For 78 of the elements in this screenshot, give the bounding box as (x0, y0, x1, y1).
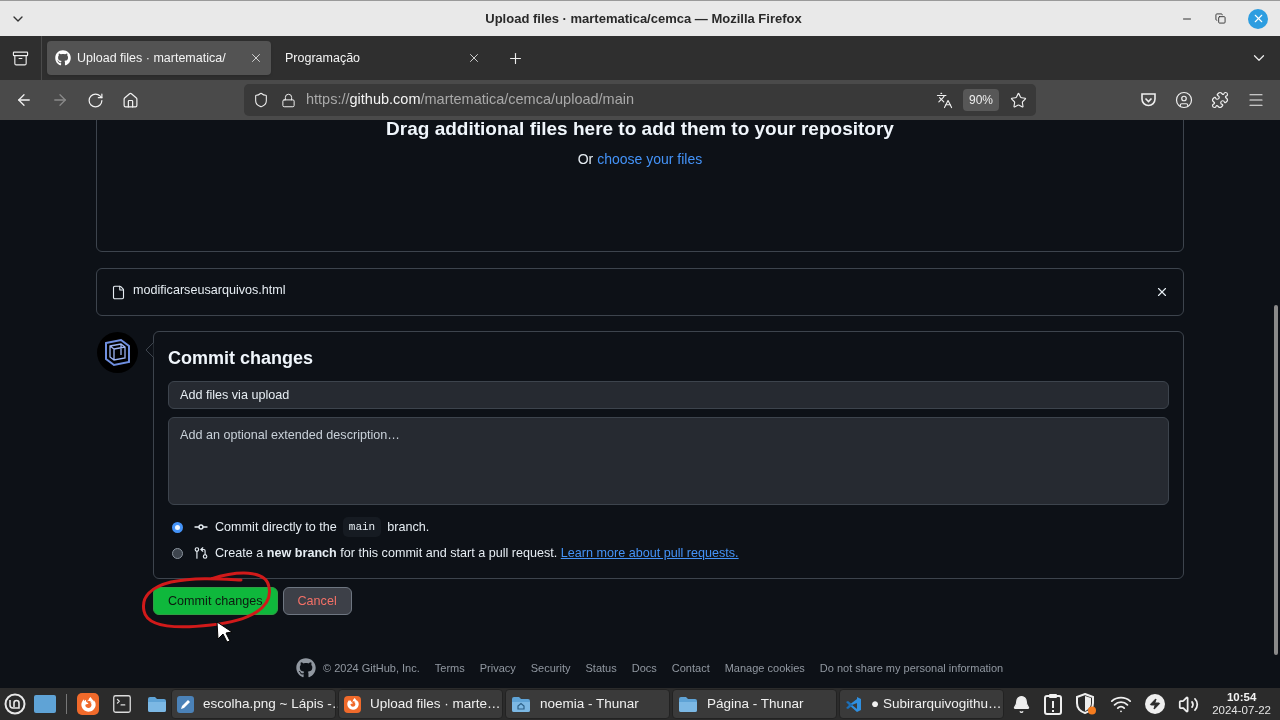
scrollbar-thumb[interactable] (1274, 305, 1278, 655)
branch-name-code: main (342, 516, 382, 538)
clock-date: 2024-07-22 (1212, 704, 1271, 717)
clock-time: 10:54 (1226, 691, 1257, 704)
pull-request-icon (194, 546, 208, 560)
browser-tab[interactable]: Upload files · martematica/ (47, 41, 271, 75)
restore-icon[interactable] (1215, 13, 1226, 24)
lock-icon[interactable] (281, 92, 296, 108)
cancel-button[interactable]: Cancel (282, 587, 352, 615)
tab-title: Programação (285, 49, 362, 67)
drop-zone-heading: Drag additional files here to add them to your repository (386, 120, 894, 141)
footer-link[interactable]: Docs (631, 659, 657, 677)
pocket-icon[interactable] (1140, 92, 1157, 108)
tab-title: Upload files · martematica/ (77, 49, 227, 67)
mouse-pointer-icon (216, 621, 234, 643)
shield-alert-icon[interactable] (1075, 693, 1098, 715)
footer-link[interactable]: Do not share my personal information (819, 659, 1004, 677)
folder-icon (147, 695, 167, 713)
firefox-icon (77, 693, 99, 715)
commit-heading: Commit changes (168, 347, 315, 369)
option-label: Create a new branch for this commit and start a pull request. Learn more about pull requests. (215, 544, 739, 562)
github-logo-icon (296, 658, 316, 678)
choose-files-text: Or choose your files (577, 150, 703, 169)
close-icon[interactable] (1248, 8, 1268, 29)
remove-file-icon[interactable] (1155, 285, 1169, 299)
file-name: modificarseusarquivos.html (133, 281, 287, 299)
power-bolt-icon[interactable] (1145, 694, 1166, 714)
footer-link[interactable]: Manage cookies (724, 659, 805, 677)
close-tab-icon[interactable] (249, 51, 263, 65)
taskbar-window-button[interactable]: Página - Thunar (672, 689, 837, 719)
taskbar-window-button[interactable]: noemia - Thunar (505, 689, 670, 719)
bookmark-star-icon[interactable] (1010, 91, 1027, 109)
forward-icon[interactable] (51, 91, 69, 109)
code-editor-icon (845, 695, 862, 713)
choose-files-link[interactable]: choose your files (597, 151, 703, 167)
avatar-cube-icon (97, 332, 138, 373)
address-bar[interactable]: https://github.com/martematica/cemca/upload/main 90% (244, 84, 1036, 116)
notification-bell-icon[interactable] (1012, 694, 1032, 714)
footer-link[interactable]: Security (530, 659, 571, 677)
translate-icon[interactable] (935, 91, 953, 109)
footer-link[interactable]: Terms (434, 659, 465, 677)
firefox-icon (344, 695, 361, 713)
home-folder-icon (511, 695, 531, 713)
zoom-level-button[interactable]: 90% (962, 89, 999, 111)
mint-logo-icon[interactable] (4, 693, 26, 715)
footer-link[interactable]: Contact (671, 659, 710, 677)
menu-icon[interactable] (1247, 91, 1265, 109)
url-text: https://github.com/martematica/cemca/upload/main (306, 90, 635, 110)
github-logo-icon (55, 50, 71, 66)
browser-tab[interactable]: Programação (275, 41, 491, 75)
copyright-text: © 2024 GitHub, Inc. (323, 660, 420, 676)
radio-button[interactable] (172, 521, 183, 533)
folder-icon (678, 695, 698, 713)
footer-link[interactable]: Privacy (479, 659, 516, 677)
commit-summary-input[interactable]: Add files via upload (168, 381, 1169, 409)
option-label: branch. (387, 518, 430, 536)
footer-link[interactable]: Status (585, 659, 617, 677)
back-icon[interactable] (15, 91, 33, 109)
terminal-icon[interactable] (111, 693, 133, 715)
clipboard-alert-icon[interactable] (1044, 693, 1063, 715)
radio-button[interactable] (172, 547, 183, 559)
reload-icon[interactable] (87, 91, 104, 109)
taskbar-window-button[interactable]: Upload files · marte… (338, 689, 503, 719)
window-title: Upload files · martematica/cemca — Mozilla Firefox (484, 9, 803, 28)
option-label: Commit directly to the (215, 518, 337, 536)
home-icon[interactable] (122, 91, 139, 109)
commit-description-textarea[interactable]: Add an optional extended description… (168, 417, 1169, 505)
archive-box-icon[interactable] (12, 49, 29, 67)
pencil-tile-icon (177, 695, 194, 713)
shield-icon[interactable] (253, 92, 269, 108)
extensions-icon[interactable] (1211, 91, 1229, 109)
learn-more-link[interactable]: Learn more about pull requests. (560, 545, 739, 560)
account-icon[interactable] (1175, 91, 1193, 109)
close-tab-icon[interactable] (467, 51, 481, 65)
file-drop-zone[interactable]: Drag additional files here to add them to your repository Or choose your files (96, 120, 1184, 252)
commit-changes-button[interactable]: Commit changes (153, 587, 278, 615)
taskbar-window-button[interactable]: ● Subirarquivogithu… (839, 689, 1004, 719)
file-icon (111, 284, 126, 300)
